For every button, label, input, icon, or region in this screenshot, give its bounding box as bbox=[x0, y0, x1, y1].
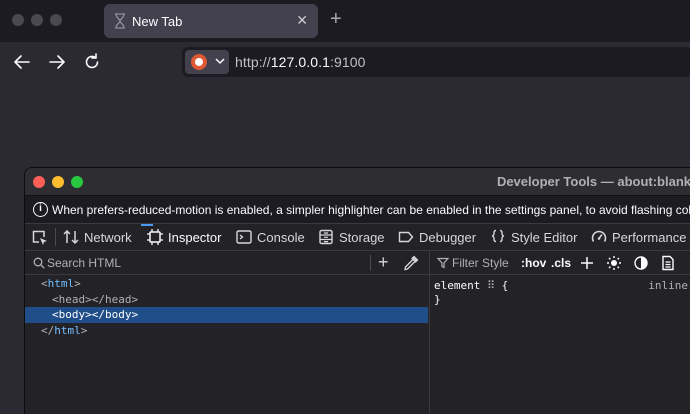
devtools-title: Developer Tools — about:blank bbox=[496, 174, 690, 189]
add-node-button[interactable]: + bbox=[378, 253, 389, 271]
search-icon bbox=[33, 257, 45, 269]
search-html-input[interactable] bbox=[47, 255, 347, 271]
tab-storage-label: Storage bbox=[339, 230, 385, 245]
markup-pane: + <html> <head></head> <body></body> </h… bbox=[25, 251, 428, 414]
element-picker-icon[interactable] bbox=[31, 229, 49, 247]
light-theme-icon[interactable] bbox=[606, 255, 622, 271]
devtools-close-button[interactable] bbox=[33, 176, 45, 188]
rule-open-brace: { bbox=[501, 279, 509, 292]
inspector-panel: + <html> <head></head> <body></body> </h… bbox=[25, 251, 690, 414]
performance-icon bbox=[591, 230, 607, 242]
markup-node-html-close[interactable]: </html> bbox=[25, 323, 428, 339]
window-zoom-button[interactable] bbox=[50, 14, 62, 26]
devtools-toolbar: Network Inspector Console Storage Debugg… bbox=[25, 224, 690, 251]
chevron-down-icon bbox=[215, 58, 225, 65]
tab-new-tab[interactable]: New Tab ✕ bbox=[104, 4, 318, 38]
style-editor-icon bbox=[491, 229, 505, 243]
devtools-zoom-button[interactable] bbox=[71, 176, 83, 188]
markup-node-head[interactable]: <head></head> bbox=[25, 292, 428, 308]
search-separator bbox=[370, 255, 371, 271]
html-open-tag: html bbox=[47, 277, 75, 290]
tab-style-editor-label: Style Editor bbox=[511, 230, 578, 245]
hover-state-toggle[interactable]: :hov bbox=[521, 256, 546, 270]
add-rule-icon[interactable] bbox=[579, 255, 595, 271]
toolbar-separator bbox=[55, 228, 56, 246]
back-arrow-icon[interactable] bbox=[12, 52, 32, 72]
tab-performance-label: Performance bbox=[612, 230, 687, 245]
rule-view: element ⠿ { inline } bbox=[434, 279, 690, 307]
rules-toolbar: :hov .cls bbox=[430, 251, 690, 275]
markup-search-row: + bbox=[25, 251, 428, 275]
notification-text: When prefers-reduced-motion is enabled, … bbox=[52, 203, 690, 217]
devtools-minimize-button[interactable] bbox=[52, 176, 64, 188]
forward-arrow-icon[interactable] bbox=[47, 52, 67, 72]
storage-icon bbox=[319, 229, 333, 245]
hourglass-icon bbox=[115, 13, 125, 29]
inspector-icon bbox=[147, 229, 163, 245]
print-media-icon[interactable] bbox=[660, 255, 676, 271]
tab-network-label: Network bbox=[84, 230, 132, 245]
tab-close-icon[interactable]: ✕ bbox=[296, 12, 308, 29]
info-icon: i bbox=[33, 202, 48, 217]
debugger-icon bbox=[398, 231, 414, 243]
url-text[interactable]: http://127.0.0.1:9100 bbox=[235, 54, 366, 70]
filter-style-input[interactable] bbox=[452, 255, 532, 271]
console-icon bbox=[236, 230, 252, 244]
reload-icon[interactable] bbox=[82, 52, 102, 72]
markup-node-body[interactable]: <body></body> bbox=[25, 307, 428, 323]
dark-theme-icon[interactable] bbox=[633, 255, 649, 271]
body-node-text: <body></body> bbox=[52, 308, 139, 321]
tab-debugger-label: Debugger bbox=[419, 230, 477, 245]
network-icon bbox=[63, 229, 79, 245]
window-minimize-button[interactable] bbox=[31, 14, 43, 26]
element-rule[interactable]: element ⠿ { inline bbox=[434, 279, 690, 293]
tab-inspector-label: Inspector bbox=[168, 230, 222, 245]
tab-bar: New Tab ✕ + bbox=[0, 0, 690, 42]
rule-close-line: } bbox=[434, 293, 690, 307]
rule-selector: element bbox=[434, 279, 481, 292]
html-close-tag: html bbox=[54, 323, 81, 337]
tab-title: New Tab bbox=[132, 14, 183, 29]
window-close-button[interactable] bbox=[12, 14, 24, 26]
url-bar[interactable]: http://127.0.0.1:9100 bbox=[182, 47, 690, 77]
markup-node-html[interactable]: <html> bbox=[25, 276, 428, 292]
search-engine-button[interactable] bbox=[185, 50, 229, 74]
rule-close-brace: } bbox=[434, 293, 441, 306]
filter-icon bbox=[437, 257, 449, 269]
new-tab-button[interactable]: + bbox=[330, 9, 342, 29]
drag-handle-icon[interactable]: ⠿ bbox=[487, 279, 502, 292]
navigation-toolbar: http://127.0.0.1:9100 bbox=[0, 42, 690, 82]
eyedropper-icon[interactable] bbox=[403, 255, 419, 271]
rule-source[interactable]: inline bbox=[648, 279, 688, 293]
url-port: :9100 bbox=[330, 54, 366, 70]
duckduckgo-icon bbox=[191, 54, 207, 70]
rules-pane: :hov .cls bbox=[429, 251, 690, 414]
url-host: 127.0.0.1 bbox=[270, 54, 331, 70]
head-node-text: <head></head> bbox=[52, 292, 139, 306]
url-prefix: http:// bbox=[235, 54, 271, 70]
tab-console-label: Console bbox=[257, 230, 305, 245]
class-toggle[interactable]: .cls bbox=[551, 256, 571, 270]
devtools-titlebar: Developer Tools — about:blank bbox=[25, 168, 690, 196]
markup-tree: <html> <head></head> <body></body> </htm… bbox=[25, 276, 428, 338]
notification-bar: i When prefers-reduced-motion is enabled… bbox=[25, 196, 690, 224]
devtools-window: Developer Tools — about:blank i When pre… bbox=[24, 167, 690, 414]
